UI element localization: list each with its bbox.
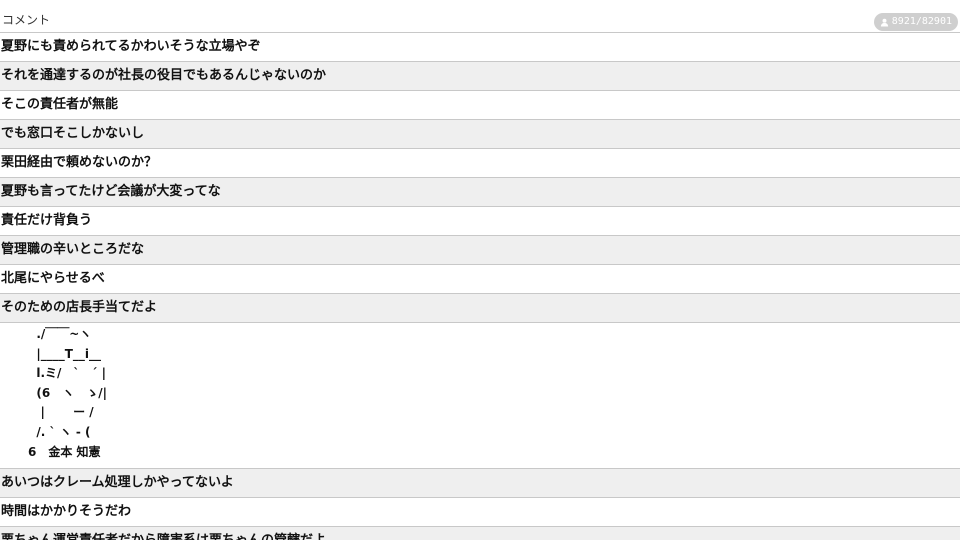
comment-row[interactable]: でも窓口そこしかないし [0,120,960,149]
person-icon [880,18,888,27]
comment-row[interactable]: 管理職の辛いところだな [0,236,960,265]
comment-row[interactable]: 栗ちゃん運営責任者だから障害系は栗ちゃんの管轄だよ [0,527,960,540]
ascii-art-line: |____T__i__ [28,346,102,361]
comment-row[interactable]: そのための店長手当てだよ [0,294,960,323]
ascii-art-line: | ー / [28,405,94,420]
comment-row[interactable]: それを通達するのが社長の役目でもあるんじゃないのか [0,62,960,91]
ascii-art-line: ./￣￣~ヽ [28,327,92,341]
comment-row[interactable]: 夏野も言ってたけど会議が大変ってな [0,178,960,207]
ascii-art-line: l.ミ/ ` ´ | [28,366,106,381]
comment-panel: コメント 8921/82901 夏野にも責められてるかわいそうな立場やぞ それを… [0,0,960,540]
comment-header-title: コメント [2,13,51,27]
ascii-art-text: ./￣￣~ヽ |____T__i__ l.ミ/ ` ´ | (6 ヽ ゝ/| |… [28,325,107,462]
ascii-art-comment[interactable]: ./￣￣~ヽ |____T__i__ l.ミ/ ` ´ | (6 ヽ ゝ/| |… [0,323,960,469]
viewer-count-badge: 8921/82901 [873,13,958,31]
comment-row[interactable]: 責任だけ背負う [0,207,960,236]
comment-row[interactable]: 北尾にやらせるべ [0,265,960,294]
viewer-count: 8921/82901 [891,16,952,27]
ascii-art-line: (6 ヽ ゝ/| [28,385,107,400]
comment-row[interactable]: 時間はかかりそうだわ [0,498,960,527]
ascii-art-line: 6 金本 知憲 [28,444,101,459]
ascii-art-line: /. ` ヽ - ( [28,424,91,439]
comment-row[interactable]: あいつはクレーム処理しかやってないよ [0,469,960,498]
comment-header: コメント 8921/82901 [0,0,960,33]
comment-list: 夏野にも責められてるかわいそうな立場やぞ それを通達するのが社長の役目でもあるん… [0,33,960,540]
comment-row[interactable]: そこの責任者が無能 [0,91,960,120]
comment-row[interactable]: 栗田経由で頼めないのか？ [0,149,960,178]
comment-row[interactable]: 夏野にも責められてるかわいそうな立場やぞ [0,33,960,62]
